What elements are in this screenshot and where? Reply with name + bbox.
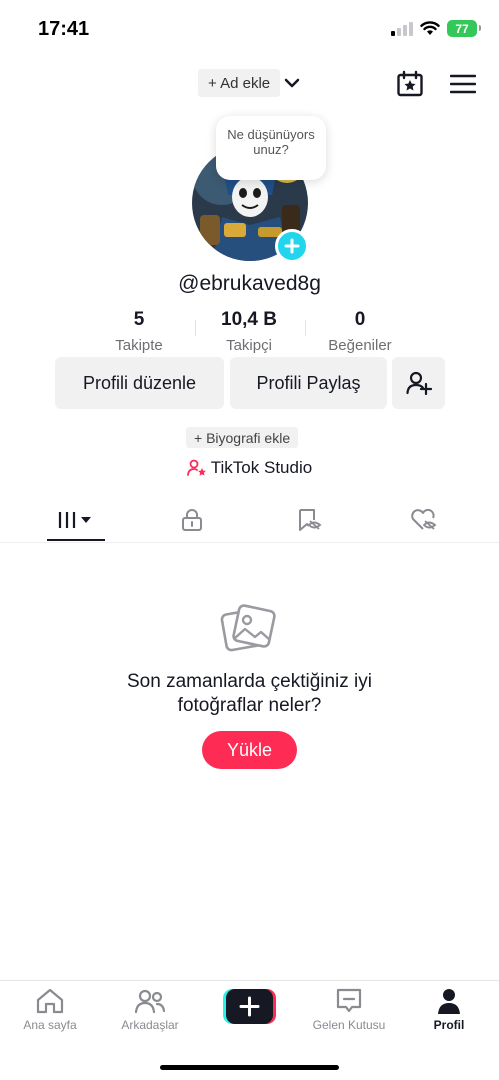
edit-profile-button[interactable]: Profili düzenle xyxy=(55,357,224,409)
upload-button[interactable]: Yükle xyxy=(202,731,297,769)
stat-label: Takipte xyxy=(115,337,163,354)
empty-line-1: Son zamanlarda çektiğiniz iyi xyxy=(126,671,372,692)
nav-home[interactable]: Ana sayfa xyxy=(0,987,100,1032)
home-icon xyxy=(36,988,64,1014)
photos-icon xyxy=(220,604,276,652)
home-indicator xyxy=(160,1065,339,1070)
stat-value: 0 xyxy=(354,309,366,330)
add-bio-button[interactable]: + Biyografi ekle xyxy=(186,427,299,448)
tab-videos[interactable] xyxy=(47,503,105,537)
active-tab-indicator xyxy=(47,539,105,541)
wifi-icon xyxy=(420,21,440,35)
heart-hidden-icon xyxy=(411,508,437,530)
empty-state-text: Son zamanlarda çektiğiniz iyi fotoğrafla… xyxy=(0,670,499,718)
tab-liked[interactable] xyxy=(396,503,450,537)
status-icons: 77 xyxy=(391,20,481,37)
nav-profile[interactable]: Profil xyxy=(399,987,499,1032)
bookmark-hidden-icon xyxy=(299,509,322,531)
nav-friends-label: Arkadaşlar xyxy=(121,1018,179,1032)
signal-icon xyxy=(391,21,413,36)
tab-saved[interactable] xyxy=(282,503,336,537)
nav-friends[interactable]: Arkadaşlar xyxy=(100,987,200,1032)
add-name-button[interactable]: + Ad ekle xyxy=(198,69,281,97)
tab-private[interactable] xyxy=(165,503,219,537)
battery-icon: 77 xyxy=(447,20,481,37)
status-time: 17:41 xyxy=(38,18,90,40)
stat-label: Beğeniler xyxy=(328,337,392,354)
stat-value: 5 xyxy=(133,309,145,330)
nav-profile-label: Profil xyxy=(433,1018,465,1032)
empty-line-2: fotoğraflar neler? xyxy=(177,695,322,716)
stat-following[interactable]: 5 Takipte xyxy=(84,309,194,354)
stat-value: 10,4 B xyxy=(221,309,277,330)
status-bubble[interactable]: Ne düşünüyorsunuz? xyxy=(216,116,326,180)
stat-followers[interactable]: 10,4 B Takipçi xyxy=(194,309,304,354)
nav-home-label: Ana sayfa xyxy=(23,1018,77,1032)
friends-icon xyxy=(134,989,166,1014)
menu-icon[interactable] xyxy=(450,74,476,94)
add-user-icon xyxy=(405,371,432,395)
chevron-down-icon[interactable] xyxy=(282,74,302,92)
share-profile-button[interactable]: Profili Paylaş xyxy=(230,357,387,409)
inbox-icon xyxy=(336,988,362,1013)
nav-inbox[interactable]: Gelen Kutusu xyxy=(299,987,399,1032)
tiktok-studio-link[interactable]: TikTok Studio xyxy=(0,458,499,478)
nav-inbox-label: Gelen Kutusu xyxy=(312,1018,386,1032)
nav-divider xyxy=(0,980,499,981)
create-button[interactable] xyxy=(223,989,276,1024)
studio-icon xyxy=(186,459,206,476)
status-bar: 17:41 77 xyxy=(0,0,499,56)
calendar-star-icon[interactable] xyxy=(396,70,424,98)
stat-label: Takipçi xyxy=(226,337,272,354)
grid-icon xyxy=(58,512,91,528)
studio-label: TikTok Studio xyxy=(210,458,313,477)
profile-icon xyxy=(438,989,460,1014)
tabs-divider xyxy=(0,542,499,543)
plus-icon xyxy=(284,238,300,254)
add-friend-button[interactable] xyxy=(392,357,445,409)
username: @ebrukaved8g xyxy=(178,272,321,295)
lock-icon xyxy=(182,509,202,531)
add-avatar-button[interactable] xyxy=(275,229,309,263)
stat-likes[interactable]: 0 Beğeniler xyxy=(305,309,415,354)
